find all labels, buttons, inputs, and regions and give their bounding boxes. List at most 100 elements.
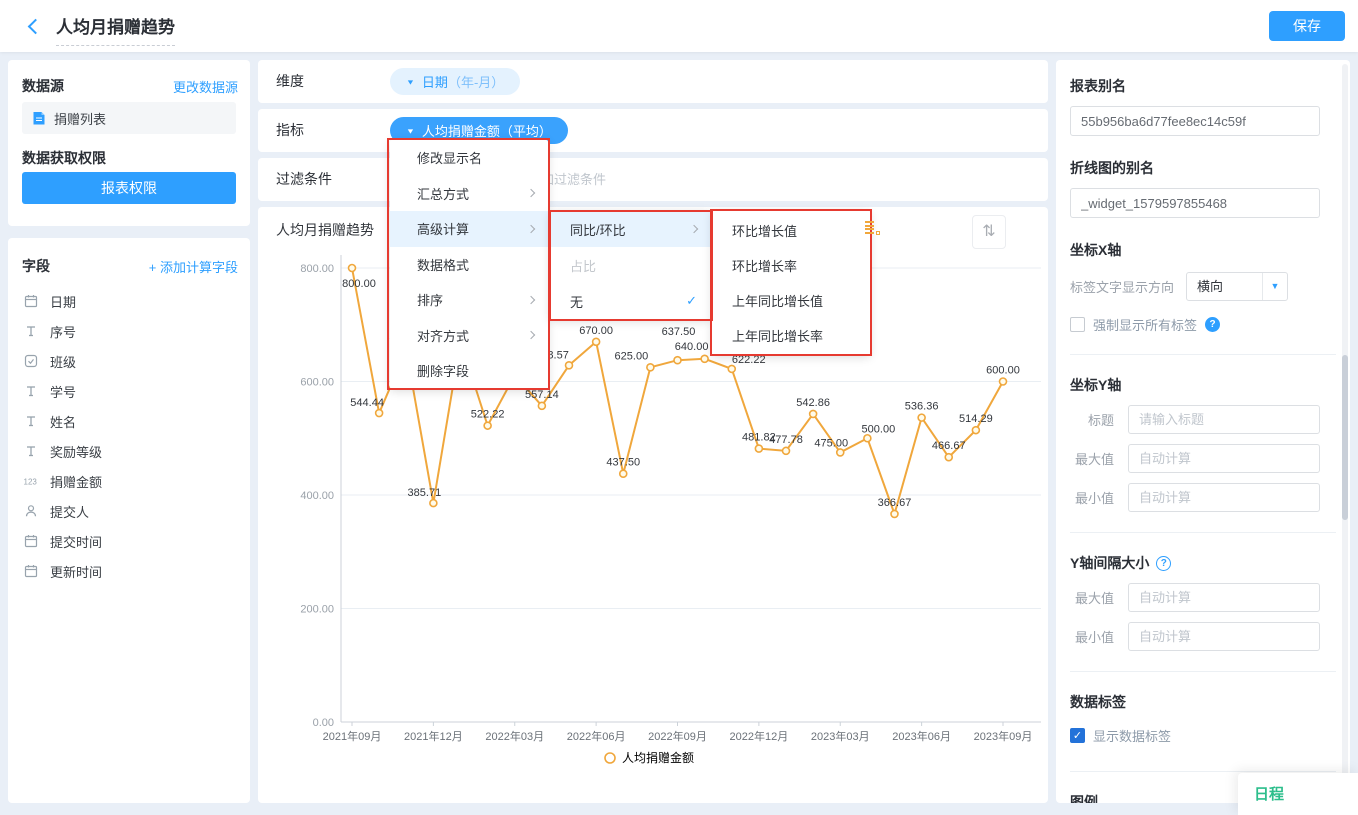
yaxis-min-input[interactable]: [1128, 483, 1320, 512]
svg-text:123: 123: [23, 478, 37, 487]
svg-text:544.44: 544.44: [350, 397, 384, 409]
filter-label: 过滤条件: [276, 158, 332, 201]
subsubmenu-item[interactable]: 上年同比增长率: [712, 318, 870, 353]
text-icon: [22, 444, 40, 458]
field-item[interactable]: 奖励等级: [22, 436, 242, 466]
yaxis-title-input[interactable]: [1128, 405, 1320, 434]
report-alias-input[interactable]: [1070, 106, 1320, 136]
dimension-row: 维度 ▼日期（年-月）: [258, 60, 1048, 103]
svg-text:2022年09月: 2022年09月: [648, 729, 707, 743]
scrollbar-thumb[interactable]: [1342, 355, 1348, 520]
svg-text:2023年06月: 2023年06月: [892, 729, 951, 743]
context-menu-item[interactable]: 数据格式: [390, 247, 548, 283]
menu-item-label: 同比/环比: [570, 220, 626, 239]
svg-text:466.67: 466.67: [932, 440, 966, 452]
label-direction-select[interactable]: 横向▼: [1186, 272, 1288, 301]
field-item[interactable]: 更新时间: [22, 556, 242, 586]
dimension-tag[interactable]: ▼日期（年-月）: [390, 68, 520, 95]
y-interval-min-input[interactable]: [1128, 622, 1320, 651]
subsubmenu-item[interactable]: 环比增长值: [712, 213, 870, 248]
caret-down-icon: ▼: [1262, 273, 1287, 300]
field-item-label: 序号: [50, 322, 76, 341]
field-item-label: 更新时间: [50, 562, 102, 581]
yaxis-section-title: 坐标Y轴: [1070, 375, 1336, 395]
yaxis-max-input[interactable]: [1128, 444, 1320, 473]
field-item-label: 提交人: [50, 502, 89, 521]
label-direction-label: 标签文字显示方向: [1070, 277, 1174, 296]
min-label: 最小值: [1070, 627, 1114, 646]
menu-item-label: 数据格式: [417, 255, 469, 274]
field-item-label: 日期: [50, 292, 76, 311]
top-bar: 人均月捐赠趋势 保存: [0, 0, 1358, 52]
corner-popup-label: 日程: [1254, 783, 1284, 804]
field-item-label: 提交时间: [50, 532, 102, 551]
widget-alias-input[interactable]: [1070, 188, 1320, 218]
calendar-icon: [22, 294, 40, 308]
field-item[interactable]: 班级: [22, 346, 242, 376]
y-interval-section-title: Y轴间隔大小: [1070, 553, 1149, 573]
submenu-item[interactable]: 同比/环比: [550, 211, 711, 247]
xaxis-section-title: 坐标X轴: [1070, 240, 1336, 260]
svg-text:2022年06月: 2022年06月: [567, 729, 626, 743]
subsubmenu-item[interactable]: 环比增长率: [712, 248, 870, 283]
context-menu-item[interactable]: 排序: [390, 282, 548, 318]
dimension-label: 维度: [276, 60, 304, 103]
field-item[interactable]: 学号: [22, 376, 242, 406]
subsubmenu-item[interactable]: 上年同比增长值: [712, 283, 870, 318]
help-icon[interactable]: ?: [1156, 556, 1171, 571]
field-list: 日期序号班级学号姓名奖励等级123捐赠金额提交人提交时间更新时间: [22, 286, 242, 586]
datasource-title: 数据源: [22, 76, 64, 96]
chevron-right-icon: [527, 331, 535, 339]
report-permission-button[interactable]: 报表权限: [22, 172, 236, 204]
svg-text:2023年09月: 2023年09月: [974, 729, 1033, 743]
help-icon[interactable]: ?: [1205, 317, 1220, 332]
svg-text:385.71: 385.71: [408, 487, 442, 499]
field-item[interactable]: 提交时间: [22, 526, 242, 556]
back-button[interactable]: [24, 16, 46, 38]
field-item[interactable]: 序号: [22, 316, 242, 346]
svg-text:2021年09月: 2021年09月: [323, 729, 382, 743]
y-interval-max-input[interactable]: [1128, 583, 1320, 612]
change-datasource-link[interactable]: 更改数据源: [173, 77, 238, 96]
add-calc-field-link[interactable]: + 添加计算字段: [149, 257, 238, 276]
submenu-item[interactable]: 占比: [550, 247, 711, 283]
datasource-name: 捐赠列表: [54, 109, 106, 128]
force-labels-checkbox[interactable]: [1070, 317, 1085, 332]
filter-row: 过滤条件 添加过滤条件: [258, 158, 1048, 201]
field-item[interactable]: 123捐赠金额: [22, 466, 242, 496]
context-menu-item[interactable]: 汇总方式: [390, 176, 548, 212]
report-alias-label: 报表别名: [1070, 76, 1336, 96]
chevron-right-icon: [527, 189, 535, 197]
save-button[interactable]: 保存: [1269, 11, 1345, 41]
min-label: 最小值: [1070, 488, 1114, 507]
context-menu-item[interactable]: 删除字段: [390, 353, 548, 389]
yoy-mom-submenu: 环比增长值环比增长率上年同比增长值上年同比增长率: [712, 211, 870, 355]
field-item-label: 姓名: [50, 412, 76, 431]
select-icon: [22, 354, 40, 368]
submenu-item[interactable]: 无✓: [550, 283, 711, 319]
field-item[interactable]: 提交人: [22, 496, 242, 526]
svg-text:2023年03月: 2023年03月: [811, 729, 870, 743]
fields-title: 字段: [22, 256, 50, 276]
svg-text:人均捐赠金额: 人均捐赠金额: [622, 750, 694, 765]
menu-item-label: 环比增长率: [732, 256, 797, 275]
menu-item-label: 占比: [570, 256, 596, 275]
menu-item-label: 对齐方式: [417, 326, 469, 345]
corner-popup[interactable]: 日程: [1238, 773, 1358, 815]
context-menu-item[interactable]: 修改显示名: [390, 140, 548, 176]
app-root: 人均月捐赠趋势 保存 数据源 更改数据源 捐赠列表 数据获取权限 报表权限 字段…: [0, 0, 1358, 815]
svg-text:0.00: 0.00: [313, 717, 334, 729]
datasource-item[interactable]: 捐赠列表: [22, 102, 236, 134]
svg-text:522.22: 522.22: [471, 409, 505, 421]
svg-text:800.00: 800.00: [342, 278, 376, 290]
svg-text:637.50: 637.50: [662, 326, 696, 338]
context-menu-item[interactable]: 对齐方式: [390, 318, 548, 354]
text-icon: [22, 414, 40, 428]
svg-text:477.78: 477.78: [769, 434, 803, 446]
field-item[interactable]: 日期: [22, 286, 242, 316]
show-data-label-checkbox[interactable]: ✓: [1070, 728, 1085, 743]
context-menu-item[interactable]: 高级计算: [390, 211, 548, 247]
max-label: 最大值: [1070, 449, 1114, 468]
field-item[interactable]: 姓名: [22, 406, 242, 436]
svg-text:500.00: 500.00: [862, 423, 896, 435]
